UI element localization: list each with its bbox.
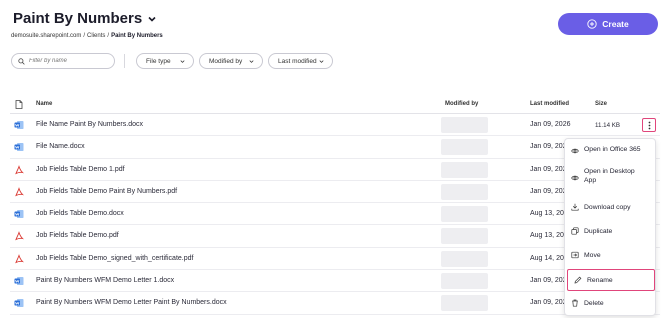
- more-vertical-icon: [648, 121, 650, 129]
- breadcrumb-site[interactable]: demosuite.sharepoint.com: [11, 33, 81, 39]
- search-icon: [18, 57, 25, 65]
- move-icon: [571, 251, 579, 259]
- col-header-modified-by[interactable]: Modified by: [445, 101, 478, 107]
- trash-icon: [572, 299, 578, 307]
- context-menu: Open in Office 365 Open in Desktop App Dow…: [564, 138, 656, 316]
- eye-icon: [571, 148, 579, 154]
- file-size: 11.14 KB: [595, 121, 620, 129]
- duplicate-icon: [571, 227, 579, 235]
- modified-by-redacted: [441, 206, 488, 223]
- file-name[interactable]: File Name.docx: [36, 143, 85, 150]
- col-header-last-modified[interactable]: Last modified: [530, 101, 569, 107]
- table-row[interactable]: Job Fields Table Demo.pdf Aug 13, 2025: [10, 225, 660, 248]
- breadcrumb-clients[interactable]: Clients: [87, 33, 105, 39]
- file-name[interactable]: Job Fields Table Demo 1.pdf: [36, 166, 125, 173]
- file-name[interactable]: Job Fields Table Demo.pdf: [36, 232, 119, 239]
- last-modified-date: Jan 09, 2026: [530, 121, 571, 128]
- table-header: Name Modified by Last modified Size: [10, 96, 660, 114]
- file-type-filter[interactable]: File type: [136, 53, 194, 69]
- modified-by-redacted: [441, 295, 488, 312]
- table-row[interactable]: Paint By Numbers WFM Demo Letter 1.docx J…: [10, 270, 660, 293]
- file-table: Name Modified by Last modified Size File…: [10, 96, 660, 315]
- menu-item-label: Move: [584, 252, 601, 259]
- pdf-icon: [15, 164, 24, 175]
- pdf-icon: [15, 231, 24, 241]
- page-title-dropdown[interactable]: Paint By Numbers: [13, 10, 158, 27]
- table-row[interactable]: Job Fields Table Demo 1.pdf Jan 09, 2026: [10, 159, 660, 181]
- last-modified-filter[interactable]: Last modified: [268, 53, 333, 69]
- file-name[interactable]: Job Fields Table Demo_signed_with_certif…: [36, 255, 193, 262]
- create-button-label: Create: [602, 19, 629, 29]
- document-icon: [15, 100, 23, 109]
- menu-item-rename[interactable]: Rename: [567, 269, 655, 291]
- menu-item-label: Duplicate: [584, 228, 613, 235]
- menu-item-label: Delete: [584, 300, 604, 307]
- download-icon: [571, 203, 579, 211]
- modified-by-redacted: [441, 139, 488, 156]
- word-doc-icon: [14, 121, 24, 129]
- modified-by-redacted: [441, 117, 488, 133]
- file-name[interactable]: Paint By Numbers WFM Demo Letter Paint B…: [36, 299, 227, 306]
- more-options-button[interactable]: [642, 118, 656, 132]
- chevron-down-icon: [249, 59, 254, 63]
- file-name[interactable]: Paint By Numbers WFM Demo Letter 1.docx: [36, 277, 174, 284]
- chevron-down-icon: [319, 59, 324, 63]
- chevron-down-icon: [180, 59, 185, 63]
- menu-item-label: Open in Office 365: [584, 146, 641, 153]
- modified-by-filter[interactable]: Modified by: [199, 53, 263, 69]
- search-input[interactable]: [29, 58, 109, 64]
- breadcrumb-current: Paint By Numbers: [111, 33, 163, 39]
- menu-item-label: Download copy: [584, 204, 631, 211]
- modified-by-redacted: [441, 161, 488, 178]
- pdf-icon: [15, 253, 24, 264]
- chevron-down-icon: [148, 16, 156, 22]
- word-doc-icon: [14, 299, 24, 308]
- menu-item-label: Open in Desktop App: [584, 168, 635, 184]
- table-row[interactable]: File Name.docx Jan 09, 2026: [10, 136, 660, 159]
- filter-divider: [124, 54, 125, 68]
- breadcrumb: demosuite.sharepoint.com / Clients / Paint B…: [11, 33, 163, 39]
- pencil-icon: [574, 276, 582, 284]
- word-doc-icon: [14, 277, 24, 286]
- modified-by-redacted: [441, 250, 488, 267]
- pdf-icon: [15, 186, 24, 197]
- breadcrumb-separator: /: [107, 33, 110, 39]
- modified-by-redacted: [441, 228, 488, 245]
- table-row[interactable]: File Name Paint By Numbers.docx Jan 09, 2…: [10, 114, 660, 137]
- breadcrumb-separator: /: [83, 33, 86, 39]
- file-name[interactable]: Job Fields Table Demo.docx: [36, 210, 124, 217]
- create-button[interactable]: Create: [558, 13, 658, 35]
- col-header-name[interactable]: Name: [36, 101, 52, 107]
- last-modified-filter-label: Last modified: [278, 57, 317, 65]
- modified-by-redacted: [441, 183, 488, 200]
- table-row[interactable]: Job Fields Table Demo Paint By Numbers.p…: [10, 181, 660, 204]
- word-doc-icon: [14, 210, 24, 219]
- table-row[interactable]: Job Fields Table Demo_signed_with_certif…: [10, 248, 660, 271]
- word-doc-icon: [14, 143, 24, 152]
- modified-by-filter-label: Modified by: [209, 57, 243, 65]
- plus-circle-icon: [587, 19, 597, 29]
- table-row[interactable]: Paint By Numbers WFM Demo Letter Paint B…: [10, 292, 660, 315]
- file-name[interactable]: Job Fields Table Demo Paint By Numbers.p…: [36, 188, 177, 195]
- page-title: Paint By Numbers: [13, 10, 143, 27]
- menu-item-label: Rename: [587, 277, 613, 284]
- table-row[interactable]: Job Fields Table Demo.docx Aug 13, 2025: [10, 203, 660, 226]
- search-box[interactable]: [11, 53, 115, 69]
- eye-icon: [571, 175, 579, 181]
- file-type-filter-label: File type: [146, 57, 171, 65]
- col-header-size[interactable]: Size: [595, 101, 607, 107]
- modified-by-redacted: [441, 273, 488, 290]
- file-name[interactable]: File Name Paint By Numbers.docx: [36, 121, 143, 128]
